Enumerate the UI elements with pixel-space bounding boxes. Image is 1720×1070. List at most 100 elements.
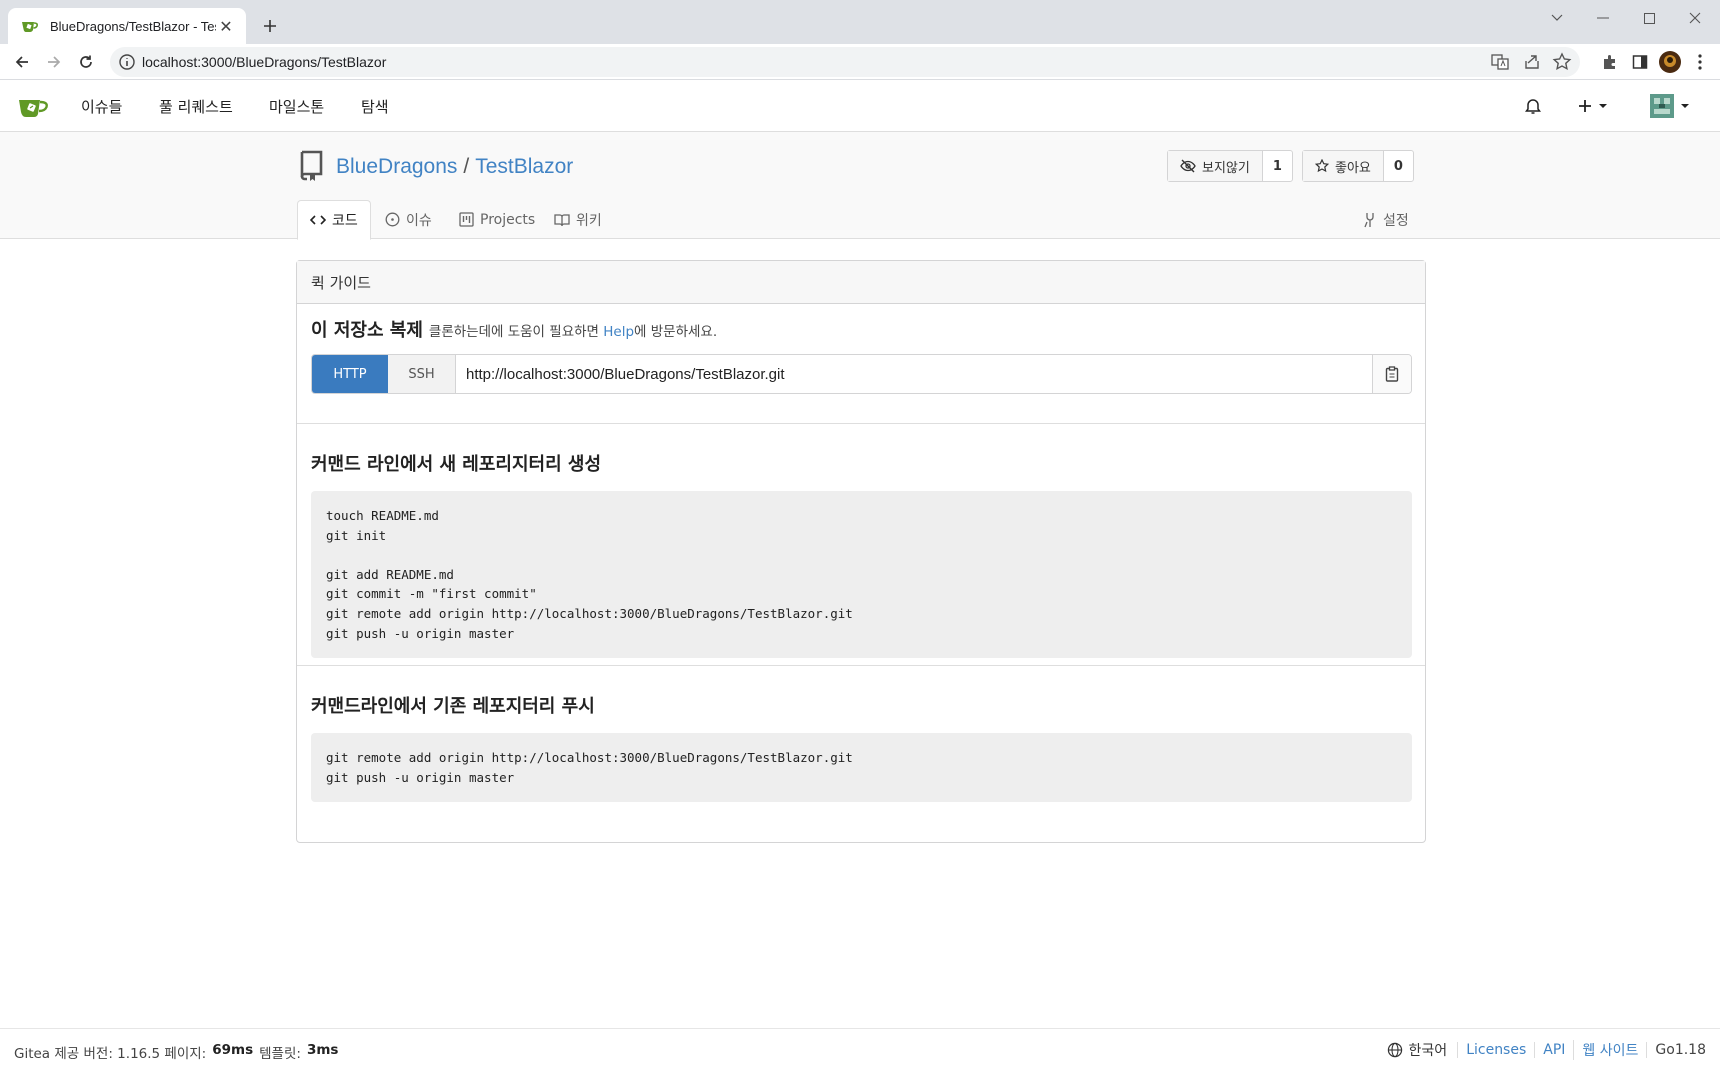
plus-icon [1579,100,1591,112]
url-text: localhost:3000/BlueDragons/TestBlazor [142,54,387,70]
side-panel-icon[interactable] [1626,48,1654,76]
licenses-link[interactable]: Licenses [1457,1042,1534,1058]
star-icon [1315,159,1329,173]
page-footer: Gitea 제공 버전: 1.16.5 페이지: 69ms 템플릿: 3ms 한… [0,1028,1720,1070]
nav-milestones[interactable]: 마일스톤 [269,96,324,117]
api-link[interactable]: API [1534,1042,1573,1058]
extensions-icon[interactable] [1596,48,1624,76]
tab-title: BlueDragons/TestBlazor - TestBlazor [50,18,216,34]
gitea-navbar: 이슈들 풀 리퀘스트 마일스톤 탐색 [0,80,1720,132]
profile-avatar[interactable] [1656,48,1684,76]
clone-title: 이 저장소 복제 [311,320,423,341]
gitea-logo-icon[interactable] [18,92,50,120]
caret-down-icon [1599,104,1607,108]
push-existing-section: 커맨드라인에서 기존 레포지터리 푸시 git remote add origi… [297,666,1425,804]
clone-title-row: 이 저장소 복제 클론하는데에 도움이 필요하면 Help에 방문하세요. [311,304,1411,342]
reload-icon[interactable] [72,48,100,76]
caret-down-icon [1681,104,1689,108]
repo-name-link[interactable]: TestBlazor [475,155,573,179]
ssh-button[interactable]: SSH [388,355,456,393]
project-icon [459,212,474,227]
tab-code[interactable]: 코드 [297,200,371,240]
push-existing-title: 커맨드라인에서 기존 레포지터리 푸시 [311,696,595,717]
tab-code-label: 코드 [332,213,358,229]
footer-page-time: 69ms [212,1042,254,1058]
repo-owner-link[interactable]: BlueDragons [336,155,457,179]
site-info-icon[interactable] [118,53,136,71]
browser-menu-icon[interactable] [1686,48,1714,76]
gitea-favicon-icon [22,22,38,32]
tab-projects-label: Projects [480,211,536,228]
footer-template-label: 템플릿: [259,1046,301,1062]
tab-search-icon[interactable] [1534,4,1580,32]
tab-settings-label: 설정 [1383,212,1409,229]
browser-tab[interactable]: BlueDragons/TestBlazor - TestBlazor ✕ [8,8,246,44]
browser-tab-strip: BlueDragons/TestBlazor - TestBlazor ✕ [0,0,1720,44]
tab-wiki[interactable]: 위키 [554,200,602,239]
go-version: Go1.18 [1646,1042,1706,1058]
star-label: 좋아요 [1335,160,1371,176]
code-icon [310,215,326,225]
forward-icon[interactable] [40,48,68,76]
eye-slash-icon [1180,159,1196,173]
copy-url-button[interactable] [1373,355,1411,393]
footer-links: 한국어 Licenses API 웹 사이트 Go1.18 [1387,1040,1706,1060]
clone-hint-post: 에 방문하세요. [634,324,718,340]
push-existing-code-block: git remote add origin http://localhost:3… [311,733,1412,803]
footer-powered-text: Gitea 제공 버전: 1.16.5 페이지: [14,1046,207,1062]
clone-hint: 클론하는데에 도움이 필요하면 Help에 방문하세요. [429,320,717,340]
quick-guide-header: 퀵 가이드 [297,261,1425,304]
website-link[interactable]: 웹 사이트 [1573,1040,1646,1060]
clipboard-icon [1385,366,1399,382]
repo-title-separator: / [463,155,470,178]
globe-icon [1387,1042,1402,1058]
unwatch-label: 보지않기 [1202,160,1250,176]
tab-issues[interactable]: 이슈 [385,200,432,239]
quick-guide-panel: 퀵 가이드 이 저장소 복제 클론하는데에 도움이 필요하면 Help에 방문하… [296,260,1426,843]
help-link[interactable]: Help [603,324,634,340]
tools-icon [1364,212,1374,227]
issue-opened-icon [385,212,400,227]
new-repo-title: 커맨드 라인에서 새 레포리지터리 생성 [311,454,602,475]
tab-close-icon[interactable]: ✕ [216,16,236,36]
new-repo-code-block: touch README.md git init git add README.… [311,491,1412,659]
user-menu-dropdown[interactable] [1650,94,1690,118]
notifications-bell-icon[interactable] [1524,94,1542,118]
close-window-icon[interactable] [1672,4,1718,32]
footer-template-time: 3ms [306,1042,339,1058]
repo-title: BlueDragons / TestBlazor [336,155,573,179]
book-icon [554,213,570,226]
maximize-icon[interactable] [1626,4,1672,32]
unwatch-button[interactable]: 보지않기 [1168,151,1263,181]
nav-issues[interactable]: 이슈들 [81,96,122,117]
address-bar[interactable]: localhost:3000/BlueDragons/TestBlazor [110,47,1580,77]
minimize-icon[interactable] [1580,4,1626,32]
clone-url-input[interactable]: http://localhost:3000/BlueDragons/TestBl… [456,355,1373,393]
back-icon[interactable] [8,48,36,76]
http-button[interactable]: HTTP [312,355,388,393]
translate-icon[interactable] [1490,52,1510,72]
star-button-group: 좋아요 0 [1302,150,1414,182]
repo-icon [300,150,323,181]
language-selector[interactable]: 한국어 [1387,1040,1458,1060]
user-avatar [1650,94,1674,118]
share-icon[interactable] [1522,52,1542,72]
clone-hint-pre: 클론하는데에 도움이 필요하면 [428,324,599,340]
star-count[interactable]: 0 [1384,151,1413,181]
bookmark-star-icon[interactable] [1552,52,1572,72]
create-new-dropdown[interactable] [1578,94,1608,118]
nav-pull-requests[interactable]: 풀 리퀘스트 [159,96,233,117]
repo-header: BlueDragons / TestBlazor 보지않기 1 좋아요 0 코드… [0,132,1720,240]
language-label: 한국어 [1408,1043,1448,1059]
tab-wiki-label: 위키 [576,212,602,229]
tab-projects[interactable]: Projects [459,200,535,239]
clone-url-bar: HTTP SSH http://localhost:3000/BlueDrago… [311,354,1412,394]
clone-section: 이 저장소 복제 클론하는데에 도움이 필요하면 Help에 방문하세요. HT… [297,304,1425,424]
watch-count[interactable]: 1 [1263,151,1292,181]
footer-build-info: Gitea 제공 버전: 1.16.5 페이지: 69ms 템플릿: 3ms [14,1042,338,1062]
tab-settings[interactable]: 설정 [1363,200,1409,239]
star-button[interactable]: 좋아요 [1303,151,1384,181]
new-tab-icon[interactable] [258,14,282,38]
nav-explore[interactable]: 탐색 [361,96,389,117]
browser-toolbar: localhost:3000/BlueDragons/TestBlazor [0,44,1720,80]
